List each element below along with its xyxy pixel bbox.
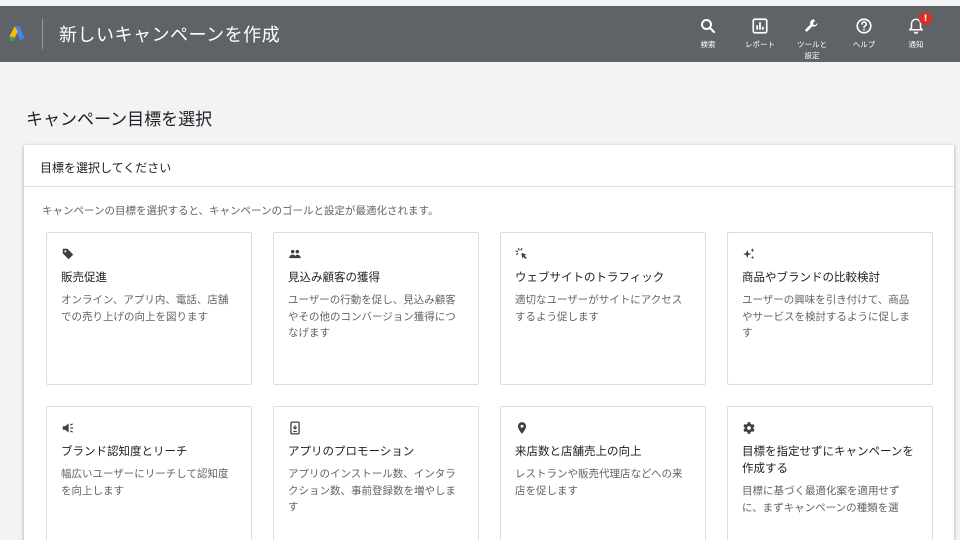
tools-settings-button[interactable]: ツールと 設定 [786,6,838,62]
notification-badge: ! [919,12,932,25]
goal-card-brand-awareness[interactable]: ブランド認知度とリーチ 幅広いユーザーにリーチして認知度を向上します [46,406,252,540]
goal-card-description: ユーザーの行動を促し、見込み顧客やその他のコンバージョン獲得につなげます [288,294,456,339]
cursor-click-icon [515,247,529,261]
goal-card-title: 販売促進 [61,270,107,284]
goal-card-app-promotion[interactable]: アプリのプロモーション アプリのインストール数、インタラクション数、事前登録数を… [273,406,479,540]
help-icon [856,18,872,34]
reports-button[interactable]: レポート [734,6,786,62]
goal-card-sales[interactable]: 販売促進 オンライン、アプリ内、電話、店舗での売り上げの向上を図ります [46,232,252,385]
notifications-button[interactable]: ! 通知 [890,6,942,62]
goal-card-description: ユーザーの興味を引き付けて、商品やサービスを検討するように促します [742,294,910,339]
gear-icon [742,421,756,435]
megaphone-icon [61,421,75,435]
goal-selection-panel: 目標を選択してください キャンペーンの目標を選択すると、キャンペーンのゴールと設… [24,145,954,540]
goal-card-title: アプリのプロモーション [288,444,415,458]
search-button-label: 検索 [700,40,716,49]
notifications-button-label: 通知 [908,40,924,49]
sparkle-icon [742,247,756,261]
goal-card-description: 目標に基づく最適化案を適用せずに、まずキャンペーンの種類を選 [742,485,900,514]
reports-icon [752,18,768,34]
location-pin-icon [515,421,529,435]
page-title: キャンペーン目標を選択 [26,110,213,130]
goal-card-title: 見込み顧客の獲得 [288,270,380,284]
goal-card-description: オンライン、アプリ内、電話、店舗での売り上げの向上を図ります [61,294,229,323]
goal-card-title: ウェブサイトのトラフィック [515,270,665,284]
tag-icon [61,247,75,261]
goal-card-consideration[interactable]: 商品やブランドの比較検討 ユーザーの興味を引き付けて、商品やサービスを検討するよ… [727,232,933,385]
wrench-icon [805,19,818,32]
reports-button-label: レポート [745,40,775,49]
help-button-label: ヘルプ [852,40,876,49]
goal-card-no-goal[interactable]: 目標を指定せずにキャンペーンを作成する 目標に基づく最適化案を適用せずに、まずキ… [727,406,933,540]
goal-card-description: 適切なユーザーがサイトにアクセスするよう促します [515,294,683,323]
help-button[interactable]: ヘルプ [838,6,890,62]
search-button[interactable]: 検索 [682,6,734,62]
people-icon [288,247,302,261]
goal-card-title: 商品やブランドの比較検討 [742,270,880,284]
phone-download-icon [288,421,302,435]
goal-card-title: 来店数と店舗売上の向上 [515,444,642,458]
goal-card-title: 目標を指定せずにキャンペーンを作成する [742,444,914,475]
header-tools: 検索 レポート ツールと 設定 ヘルプ ! 通知 [682,6,942,62]
app-title: 新しいキャンペーンを作成 [59,25,281,46]
header-divider [42,19,43,49]
goal-card-description: アプリのインストール数、インタラクション数、事前登録数を増やします [288,468,456,513]
goal-card-website-traffic[interactable]: ウェブサイトのトラフィック 適切なユーザーがサイトにアクセスするよう促します [500,232,706,385]
tools-settings-button-label: ツールと 設定 [797,40,827,60]
top-app-bar: 新しいキャンペーンを作成 検索 レポート ツールと 設定 ヘルプ ! 通知 [0,6,960,62]
panel-header: 目標を選択してください [24,145,954,187]
goal-card-leads[interactable]: 見込み顧客の獲得 ユーザーの行動を促し、見込み顧客やその他のコンバージョン獲得に… [273,232,479,385]
goal-card-description: レストランや販売代理店などへの来店を促します [515,468,683,497]
panel-description: キャンペーンの目標を選択すると、キャンペーンのゴールと設定が最適化されます。 [42,205,439,217]
goal-card-description: 幅広いユーザーにリーチして認知度を向上します [61,468,229,497]
goal-card-store-visits[interactable]: 来店数と店舗売上の向上 レストランや販売代理店などへの来店を促します [500,406,706,540]
google-ads-logo-icon[interactable] [0,6,34,62]
goal-card-title: ブランド認知度とリーチ [61,444,188,458]
search-icon [701,19,716,34]
